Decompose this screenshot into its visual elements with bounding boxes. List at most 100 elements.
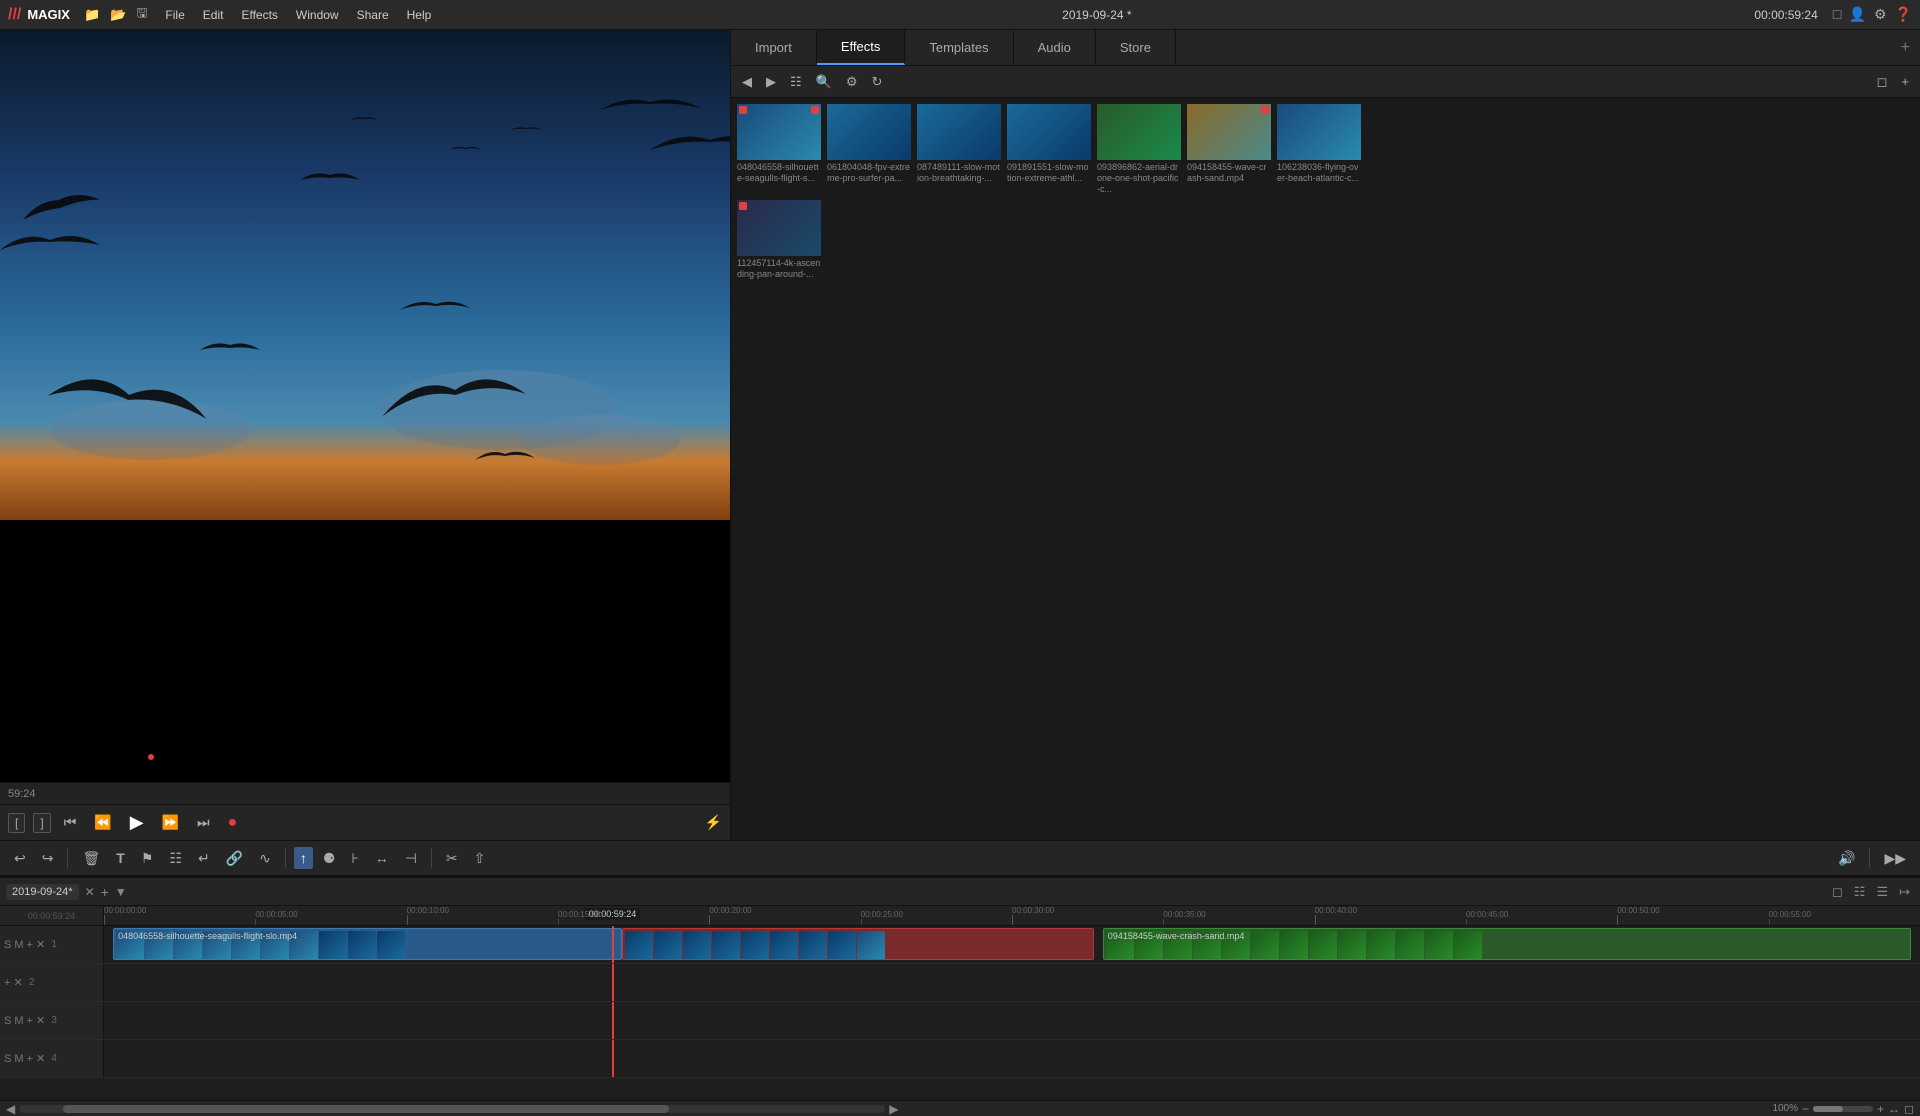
tab-templates[interactable]: Templates [905,30,1013,65]
media-item-3[interactable]: 087489111-slow-motion-breathtaking-... [917,104,1001,194]
track-4-close-button[interactable]: ✕ [36,1052,45,1065]
delete-button[interactable]: 🗑 [76,847,106,870]
nav-back-button[interactable]: ◀ [737,72,757,92]
tl-view-list[interactable]: ☰ [1872,882,1892,902]
menu-window[interactable]: Window [288,6,347,24]
user-icon[interactable]: 👤 [1849,6,1866,23]
redo-button[interactable]: ↪ [36,847,60,870]
menu-effects[interactable]: Effects [233,6,285,24]
tl-fullscreen-button[interactable]: ◻ [1904,1102,1914,1116]
zoom-slider-track[interactable] [1813,1106,1873,1112]
track-3-plus-button[interactable]: + [27,1015,33,1027]
tl-view-grid[interactable]: ☷ [1850,882,1870,902]
media-item-6[interactable]: 094158455-wave-crash-sand.mp4 [1187,104,1271,194]
track-1-clip-2[interactable] [622,928,1094,960]
fit-button[interactable]: ↔ [369,847,395,869]
track-3-content[interactable] [104,1002,1920,1039]
panel-add-button[interactable]: + [1896,72,1914,91]
track-4-s-button[interactable]: S [4,1053,11,1065]
link-button[interactable]: 🔗 [220,847,249,870]
open-file-icon[interactable]: 📁 [82,5,102,25]
timeline-dropdown-button[interactable]: ▼ [115,885,127,899]
tab-import[interactable]: Import [731,30,817,65]
cut-curve-button[interactable]: ∿ [253,847,277,870]
track-4-plus-button[interactable]: + [27,1053,33,1065]
tab-audio[interactable]: Audio [1014,30,1096,65]
timeline-project-name[interactable]: 2019-09-24* [6,884,79,900]
tl-view-fit[interactable]: ↦ [1895,882,1914,902]
text-tool-button[interactable]: T [110,847,131,869]
track-1-s-button[interactable]: S [4,939,11,951]
record-button[interactable]: ● [223,811,243,835]
search-button[interactable]: 🔍 [811,72,837,92]
tab-effects[interactable]: Effects [817,30,906,65]
timeline-scroll-track[interactable] [19,1105,885,1113]
panel-tab-plus[interactable]: + [1891,30,1920,65]
question-icon[interactable]: ❓ [1895,6,1912,23]
export-tool-button[interactable]: ⇧ [468,847,492,870]
extra-button[interactable]: ▶▶ [1878,847,1912,870]
media-item-4[interactable]: 091891551-slow-motion-extreme-athl... [1007,104,1091,194]
separate-button[interactable]: ⊣ [399,847,423,870]
track-3-m-button[interactable]: M [14,1015,23,1027]
track-1-content[interactable]: 048046558-silhouette-seagulls-flight-slo… [104,926,1920,963]
table-button[interactable]: ☷ [163,847,188,870]
menu-share[interactable]: Share [349,6,397,24]
media-item-8[interactable]: 112457114-4k-ascending-pan-around-... [737,200,821,280]
track-3-s-button[interactable]: S [4,1015,11,1027]
step-back-button[interactable]: ⏪ [89,811,116,834]
tab-store[interactable]: Store [1096,30,1176,65]
lightning-button[interactable]: ⚡ [705,814,722,831]
track-2-content[interactable] [104,964,1920,1001]
tl-scroll-left-button[interactable]: ◀ [6,1102,15,1116]
track-4-content[interactable] [104,1040,1920,1077]
audio-button[interactable]: 🔊 [1832,847,1861,870]
skip-to-end-button[interactable]: ⏭ [192,811,215,834]
track-3-close-button[interactable]: ✕ [36,1014,45,1027]
tl-fit-zoom-button[interactable]: ↔ [1888,1102,1900,1116]
track-2-plus-button[interactable]: + [4,977,10,989]
track-1-clip-1[interactable]: 048046558-silhouette-seagulls-flight-slo… [113,928,621,960]
tl-zoom-plus-button[interactable]: + [1877,1102,1884,1116]
skip-to-start-button[interactable]: ⏮ [59,811,82,834]
media-item-5[interactable]: 093896862-aerial-drone-one-shot-pacific-… [1097,104,1181,194]
track-1-close-button[interactable]: ✕ [36,938,45,951]
panel-expand-button[interactable]: ◻ [1872,72,1893,92]
maximize-icon[interactable]: ☐ [1830,6,1845,24]
zoom-slider-thumb[interactable] [1813,1106,1843,1112]
tl-zoom-minus-button[interactable]: − [1802,1102,1809,1116]
undo-button[interactable]: ↩ [8,847,32,870]
timeline-scroll-thumb[interactable] [63,1105,669,1113]
step-forward-button[interactable]: ⏩ [157,811,184,834]
track-1-clip-3[interactable]: 094158455-wave-crash-sand.mp4 [1103,928,1911,960]
timeline-add-button[interactable]: + [101,884,109,900]
end-marker-button[interactable]: ] [33,813,50,833]
grid-view-button[interactable]: ☷ [785,72,807,92]
play-button[interactable]: ▶ [125,809,149,836]
bookmark-button[interactable]: ⚑ [135,847,160,870]
settings-panel-button[interactable]: ⚙ [841,72,863,92]
refresh-button[interactable]: ↻ [867,72,888,92]
track-1-m-button[interactable]: M [14,939,23,951]
tl-scroll-right-button[interactable]: ▶ [889,1102,898,1116]
start-marker-button[interactable]: [ [8,813,25,833]
cursor-tool-button[interactable]: ↑ [294,847,313,869]
curve-button[interactable]: ↵ [192,847,216,870]
media-item-7[interactable]: 106238036-flying-over-beach-atlantic-c..… [1277,104,1361,194]
menu-file[interactable]: File [157,6,192,24]
menu-help[interactable]: Help [399,6,440,24]
settings-icon[interactable]: ⚙ [1874,6,1887,23]
media-item-2[interactable]: 061804048-fpv-extreme-pro-surfer-pa... [827,104,911,194]
media-item-1[interactable]: 048046558-silhouette-seagulls-flight-s..… [737,104,821,194]
timeline-close-button[interactable]: ✕ [85,885,95,899]
blade-tool-button[interactable]: ⚈ [317,847,342,870]
trim-button[interactable]: ✂ [440,847,464,870]
track-1-plus-button[interactable]: + [27,939,33,951]
save-icon[interactable]: 🖫 [134,2,149,28]
menu-edit[interactable]: Edit [195,6,232,24]
nav-forward-button[interactable]: ▶ [761,72,781,92]
folder-icon[interactable]: 📂 [108,5,128,25]
split-button[interactable]: ⊦ [345,847,364,870]
track-2-close-button[interactable]: ✕ [13,976,22,989]
tl-view-single[interactable]: ◻ [1828,882,1847,902]
